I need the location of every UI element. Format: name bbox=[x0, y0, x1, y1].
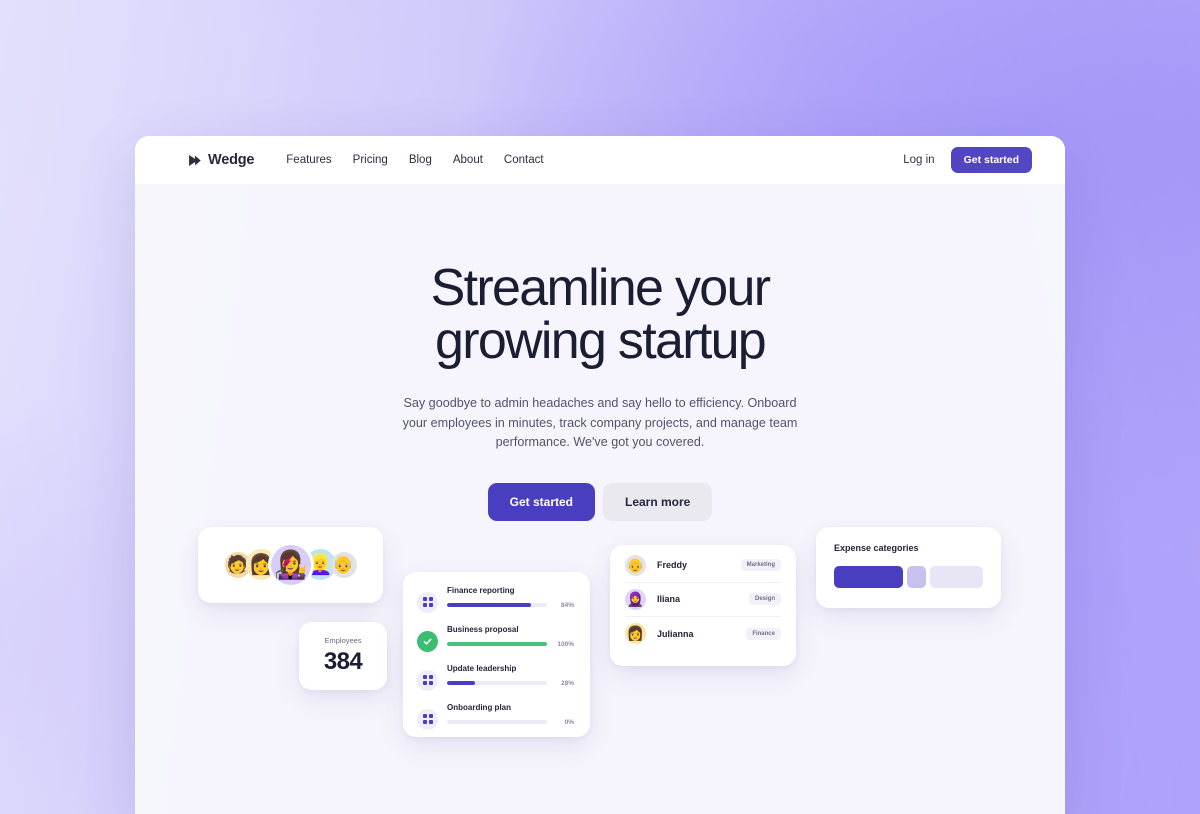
brand-logo[interactable]: Wedge bbox=[187, 152, 254, 168]
task-percent: 100% bbox=[557, 640, 574, 648]
grid-icon bbox=[417, 669, 438, 691]
task-name: Update leadership bbox=[447, 663, 517, 673]
expense-segment bbox=[834, 565, 903, 588]
expense-segment-bar bbox=[834, 565, 983, 588]
task-progress-fill bbox=[447, 681, 475, 686]
task-progress-bar bbox=[447, 642, 547, 647]
status-badge: Design bbox=[748, 593, 781, 606]
person-name: Iliana bbox=[657, 594, 681, 605]
check-icon bbox=[417, 630, 438, 652]
nav-get-started-button[interactable]: Get started bbox=[950, 147, 1032, 173]
page-title: Streamline your growing startup bbox=[135, 259, 1065, 371]
hero-title-line-1: Streamline your bbox=[430, 259, 771, 317]
list-item[interactable]: 👩 Julianna Finance bbox=[625, 617, 781, 651]
feature-cards: 🧑 👩 👩‍🎤 👱‍♀️ 👴 Employees 384 Finance rep… bbox=[135, 521, 1065, 811]
expense-segment bbox=[906, 565, 927, 588]
list-item[interactable]: 👴 Freddy Marketing bbox=[625, 549, 781, 583]
task-progress-bar bbox=[447, 603, 547, 608]
expense-card-title: Expense categories bbox=[834, 542, 919, 553]
tasks-progress-card: Finance reporting 84% Business proposal bbox=[403, 571, 590, 737]
employees-value: 384 bbox=[323, 647, 363, 675]
nav-links: Features Pricing Blog About Contact bbox=[286, 154, 543, 166]
avatar: 🧕 bbox=[625, 588, 646, 610]
person-name: Julianna bbox=[657, 628, 694, 639]
grid-icon bbox=[417, 708, 438, 730]
people-list-card: 👴 Freddy Marketing 🧕 Iliana Design 👩 Jul… bbox=[610, 544, 796, 666]
grid-icon bbox=[417, 591, 438, 613]
task-row[interactable]: Update leadership 28% bbox=[417, 664, 574, 691]
nav-link-contact[interactable]: Contact bbox=[504, 154, 544, 166]
expense-segment bbox=[930, 565, 983, 588]
task-progress-bar bbox=[447, 720, 547, 725]
app-panel: Wedge Features Pricing Blog About Contac… bbox=[135, 136, 1065, 814]
task-row[interactable]: Onboarding plan 0% bbox=[417, 703, 574, 730]
person-name: Freddy bbox=[657, 560, 688, 571]
nav-link-pricing[interactable]: Pricing bbox=[353, 154, 388, 166]
hero-get-started-button[interactable]: Get started bbox=[487, 482, 595, 521]
task-progress-fill bbox=[447, 642, 547, 647]
task-percent: 84% bbox=[560, 601, 574, 609]
hero-learn-more-button[interactable]: Learn more bbox=[603, 482, 713, 521]
task-progress-bar bbox=[447, 681, 547, 686]
login-link[interactable]: Log in bbox=[903, 154, 934, 166]
avatar-stack-card: 🧑 👩 👩‍🎤 👱‍♀️ 👴 bbox=[198, 526, 383, 603]
hero-subtitle: Say goodbye to admin headaches and say h… bbox=[402, 396, 798, 450]
employees-stat-card: Employees 384 bbox=[299, 621, 387, 690]
status-badge: Finance bbox=[746, 627, 781, 640]
nav-link-blog[interactable]: Blog bbox=[409, 154, 432, 166]
brand-name: Wedge bbox=[208, 152, 255, 168]
task-percent: 0% bbox=[564, 718, 574, 726]
task-name: Onboarding plan bbox=[447, 702, 511, 712]
nav-link-features[interactable]: Features bbox=[286, 154, 331, 166]
top-navbar: Wedge Features Pricing Blog About Contac… bbox=[135, 136, 1065, 184]
status-badge: Marketing bbox=[740, 559, 781, 572]
hero-title-line-2: growing startup bbox=[434, 312, 767, 371]
nav-actions: Log in Get started bbox=[903, 147, 1032, 173]
avatar-stack: 🧑 👩 👩‍🎤 👱‍♀️ 👴 bbox=[224, 544, 357, 585]
hero-cta-group: Get started Learn more bbox=[135, 482, 1065, 521]
employees-label: Employees bbox=[324, 635, 362, 645]
task-name: Finance reporting bbox=[447, 585, 515, 595]
hero-section: Streamline your growing startup Say good… bbox=[135, 184, 1065, 521]
page-backdrop: Wedge Features Pricing Blog About Contac… bbox=[0, 0, 1200, 814]
expense-categories-card: Expense categories bbox=[816, 526, 1001, 608]
task-row[interactable]: Finance reporting 84% bbox=[417, 586, 574, 613]
avatar: 👩‍🎤 bbox=[270, 544, 311, 585]
task-percent: 28% bbox=[560, 679, 574, 687]
nav-link-about[interactable]: About bbox=[453, 154, 483, 166]
avatar: 👴 bbox=[330, 551, 357, 578]
wedge-arrow-logo-icon bbox=[189, 154, 201, 166]
task-progress-fill bbox=[447, 603, 531, 608]
task-name: Business proposal bbox=[447, 624, 519, 634]
task-row[interactable]: Business proposal 100% bbox=[417, 625, 574, 652]
avatar: 👴 bbox=[625, 554, 646, 576]
avatar: 👩 bbox=[625, 623, 646, 645]
list-item[interactable]: 🧕 Iliana Design bbox=[625, 583, 781, 617]
